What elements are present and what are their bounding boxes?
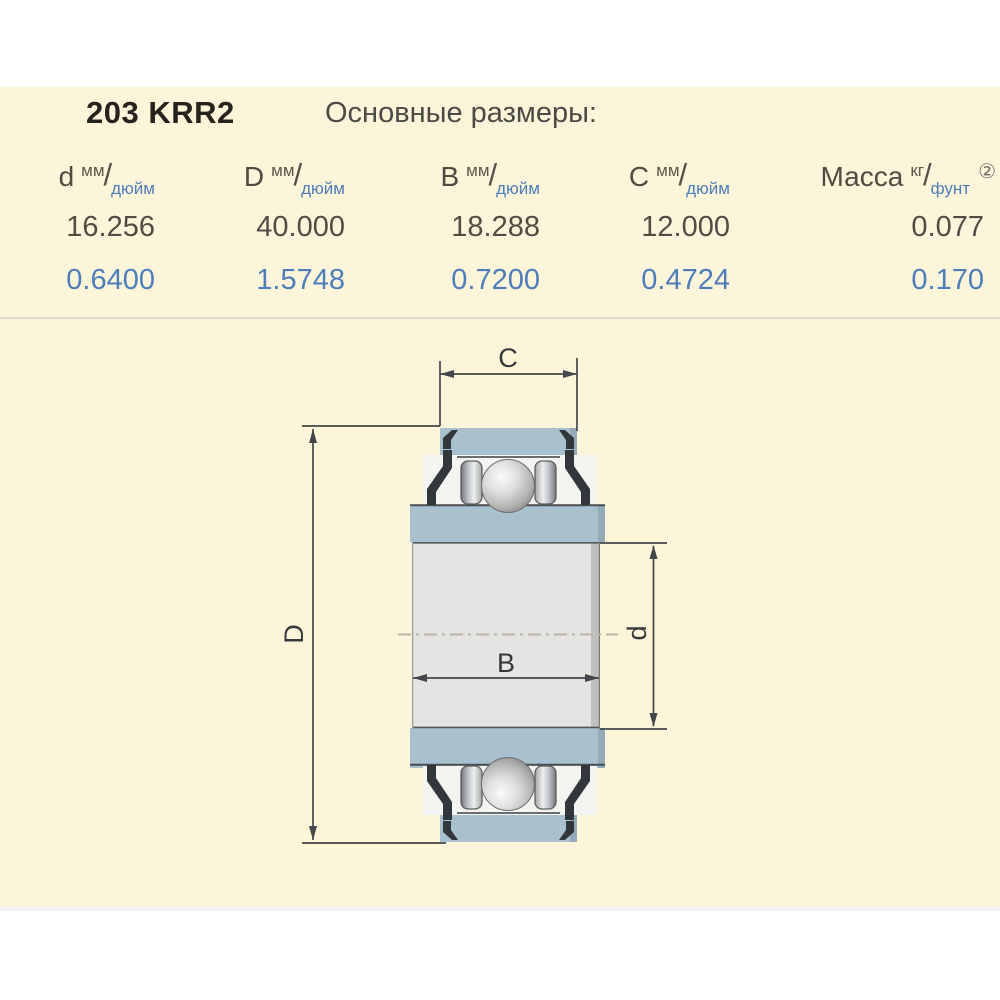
label-C: C <box>498 343 518 373</box>
cage-bar <box>461 461 482 504</box>
bearing-diagram: C D d B <box>0 0 1000 1000</box>
bearing-top-module <box>410 428 605 513</box>
label-D: D <box>279 624 309 644</box>
catalog-page: { "page": { "title": "203 KRR2", "subtit… <box>0 0 1000 1000</box>
ball <box>482 460 535 513</box>
label-B: B <box>497 648 515 678</box>
dimension-C: C <box>440 343 577 431</box>
bearing-outer-ring-and-shaft <box>410 505 605 768</box>
label-d: d <box>622 625 652 640</box>
bearing-bottom-module <box>410 758 605 843</box>
inner-ring-extension <box>440 428 577 458</box>
dimension-d: d <box>600 543 667 729</box>
